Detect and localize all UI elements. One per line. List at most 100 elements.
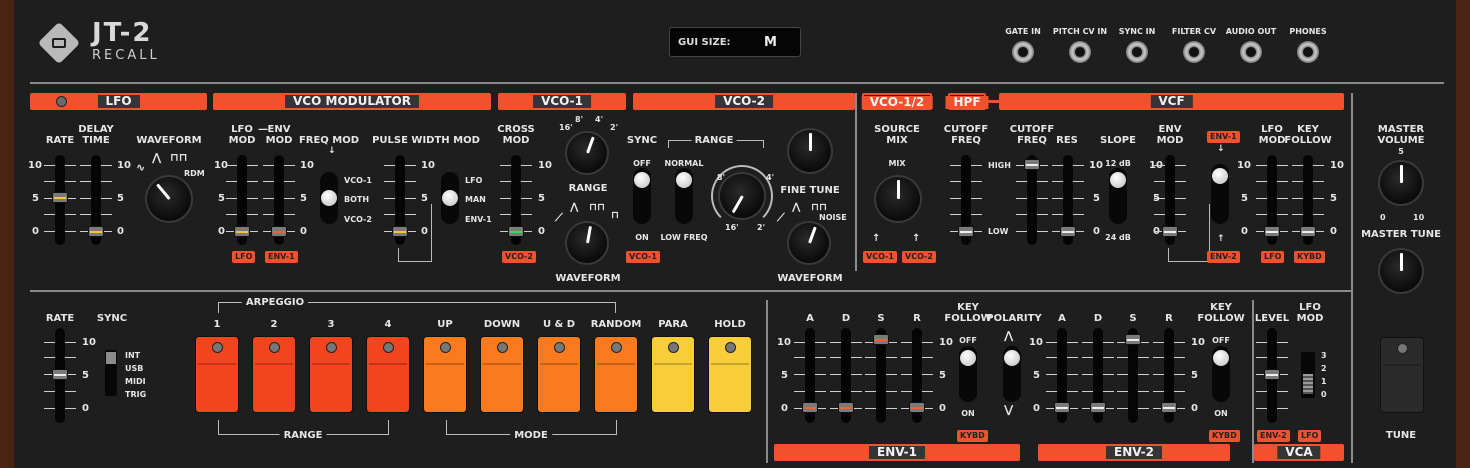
master-vol-5: 5 xyxy=(1398,147,1404,156)
arp-range-4-button[interactable] xyxy=(366,336,410,413)
vco1-waveform-knob[interactable] xyxy=(567,223,607,263)
vcf-keyfollow-slider[interactable] xyxy=(1288,155,1328,245)
vcf-env-slider[interactable] xyxy=(1150,155,1190,245)
vco2-range-2: 2' xyxy=(757,223,766,232)
vco2-sync-switch[interactable] xyxy=(633,168,651,224)
vcf-cutoff-slider[interactable] xyxy=(1012,155,1052,245)
env2-sustain-cap[interactable] xyxy=(1125,334,1141,345)
vcomod-lfo-slider[interactable] xyxy=(222,155,262,245)
lfo-rate-slider-cap[interactable] xyxy=(52,192,68,203)
env2-s-label: S xyxy=(1129,313,1137,324)
vcf-slope-switch[interactable] xyxy=(1109,168,1127,224)
source-mix-knob[interactable] xyxy=(876,177,920,221)
div-master xyxy=(1351,93,1353,463)
arp-rate-slider[interactable] xyxy=(40,328,80,423)
cross-mod-slider[interactable] xyxy=(496,155,536,245)
arp-mode-up-button[interactable] xyxy=(423,336,467,413)
gate-in-jack[interactable] xyxy=(1012,41,1034,63)
arp-btn-label-hold: HOLD xyxy=(714,319,746,330)
vcf-env-cap[interactable] xyxy=(1162,226,1178,237)
arp-btn-label-1: 1 xyxy=(213,319,221,330)
master-volume-knob[interactable] xyxy=(1380,162,1422,204)
env1-decay-slider[interactable] xyxy=(826,328,866,423)
arp-mode-ud-button[interactable] xyxy=(537,336,581,413)
vcf-res-slider[interactable] xyxy=(1048,155,1088,245)
vco1-waveform-label: WAVEFORM xyxy=(555,273,621,284)
lfo-rate-slider[interactable] xyxy=(40,155,80,245)
env1-release-cap[interactable] xyxy=(909,402,925,413)
scale-5: 5 xyxy=(781,370,788,381)
vco2-waveform-knob[interactable] xyxy=(789,223,829,263)
env2-release-cap[interactable] xyxy=(1161,402,1177,413)
pwm-slider[interactable] xyxy=(380,155,420,245)
env2-attack-cap[interactable] xyxy=(1054,402,1070,413)
env2-release-slider[interactable] xyxy=(1149,328,1189,423)
tune-button[interactable] xyxy=(1380,337,1424,413)
env2-kf-off: OFF xyxy=(1212,336,1230,345)
vco1-wave-saw-icon: ⟋ xyxy=(555,211,563,224)
vcf-cutoff-cap[interactable] xyxy=(1024,159,1040,170)
scale-10: 10 xyxy=(1191,337,1205,348)
pitch-cv-jack[interactable] xyxy=(1069,41,1091,63)
env2-decay-cap[interactable] xyxy=(1090,402,1106,413)
env1-release-slider[interactable] xyxy=(897,328,937,423)
vcf-res-cap[interactable] xyxy=(1060,226,1076,237)
env2-sustain-slider[interactable] xyxy=(1113,328,1153,423)
arp-mode-down-button[interactable] xyxy=(480,336,524,413)
arp-mode-random-button[interactable] xyxy=(594,336,638,413)
arp-range-1-button[interactable] xyxy=(195,336,239,413)
vcf-keyfollow-cap[interactable] xyxy=(1300,226,1316,237)
vcf-env-source-switch[interactable] xyxy=(1211,164,1229,224)
hpf-link xyxy=(986,100,999,103)
fine-tune-knob[interactable] xyxy=(789,130,831,172)
vcomod-lfo-cap[interactable] xyxy=(234,226,250,237)
badge-vcf-kybd: KYBD xyxy=(1294,251,1325,263)
env1-keyfollow-switch[interactable] xyxy=(959,346,977,402)
arp-rate-cap[interactable] xyxy=(52,369,68,380)
env2-keyfollow-switch[interactable] xyxy=(1212,346,1230,402)
lfo-delay-slider-cap[interactable] xyxy=(88,226,104,237)
env1-attack-slider[interactable] xyxy=(790,328,830,423)
vca-level-cap[interactable] xyxy=(1264,369,1280,380)
led-icon xyxy=(611,342,622,353)
scale-5: 5 xyxy=(939,370,946,381)
wave-sine-icon: ∿ xyxy=(136,161,146,174)
env1-sustain-cap[interactable] xyxy=(873,334,889,345)
para-button[interactable] xyxy=(651,336,695,413)
env1-decay-cap[interactable] xyxy=(838,402,854,413)
pwm-source-switch[interactable] xyxy=(441,172,459,224)
master-tune-knob[interactable] xyxy=(1380,250,1422,292)
vcomod-env-cap[interactable] xyxy=(271,226,287,237)
vca-level-slider[interactable] xyxy=(1252,328,1292,423)
freq-mod-switch[interactable] xyxy=(320,172,338,224)
env2-polarity-switch[interactable] xyxy=(1003,346,1021,402)
pwm-cap[interactable] xyxy=(392,226,408,237)
sync-in-jack[interactable] xyxy=(1126,41,1148,63)
hpf-cutoff-slider[interactable] xyxy=(946,155,986,245)
audio-out-jack[interactable] xyxy=(1240,41,1262,63)
arp-range-3-button[interactable] xyxy=(309,336,353,413)
vca-lfo-switch[interactable] xyxy=(1301,352,1315,398)
hpf-cutoff-cap[interactable] xyxy=(958,226,974,237)
vco2-range-knob[interactable] xyxy=(720,174,764,218)
env1-sustain-slider[interactable] xyxy=(861,328,901,423)
vco1-range-knob[interactable] xyxy=(567,133,607,173)
vcf-lfo-cap[interactable] xyxy=(1264,226,1280,237)
arp-sync-switch[interactable] xyxy=(105,350,117,396)
scale-0: 0 xyxy=(538,226,545,237)
lfo-delay-slider[interactable] xyxy=(76,155,116,245)
filter-cv-jack[interactable] xyxy=(1183,41,1205,63)
mix-label: MIX xyxy=(888,159,906,168)
hold-button[interactable] xyxy=(708,336,752,413)
vco2-range-mode-switch[interactable] xyxy=(675,168,693,224)
vcomod-env-slider[interactable] xyxy=(259,155,299,245)
gui-size-selector[interactable]: GUI SIZE: M xyxy=(669,27,801,57)
vcf-lfo-slider[interactable] xyxy=(1252,155,1292,245)
env2-attack-slider[interactable] xyxy=(1042,328,1082,423)
env2-decay-slider[interactable] xyxy=(1078,328,1118,423)
phones-jack[interactable] xyxy=(1297,41,1319,63)
cross-mod-cap[interactable] xyxy=(508,226,524,237)
arp-range-2-button[interactable] xyxy=(252,336,296,413)
env1-attack-cap[interactable] xyxy=(802,402,818,413)
lfo-waveform-knob[interactable] xyxy=(147,177,191,221)
